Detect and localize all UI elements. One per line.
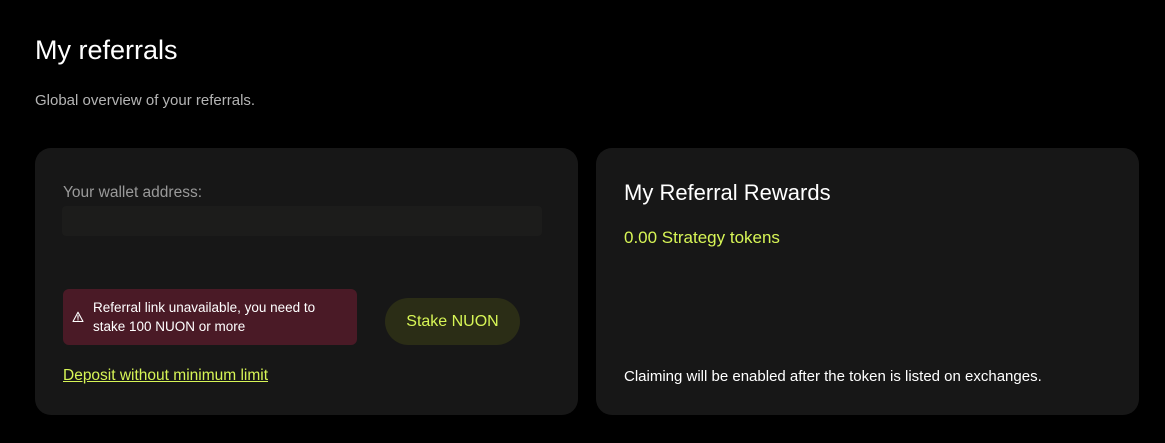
claim-info-note: Claiming will be enabled after the token…	[624, 368, 1042, 385]
wallet-card: Your wallet address: Referral link unava…	[35, 148, 578, 415]
page-title: My referrals	[35, 35, 178, 65]
wallet-address-field	[62, 206, 542, 236]
wallet-address-label: Your wallet address:	[63, 184, 203, 201]
referral-unavailable-alert: Referral link unavailable, you need to s…	[63, 289, 357, 345]
rewards-title: My Referral Rewards	[624, 180, 831, 205]
rewards-balance: 0.00 Strategy tokens	[624, 228, 780, 247]
referral-rewards-card: My Referral Rewards 0.00 Strategy tokens…	[596, 148, 1139, 415]
page-subtitle: Global overview of your referrals.	[35, 92, 256, 109]
referrals-page: My referrals Global overview of your ref…	[0, 0, 1165, 443]
deposit-without-minimum-link[interactable]: Deposit without minimum limit	[63, 366, 268, 386]
stake-nuon-button[interactable]: Stake NUON	[385, 298, 520, 345]
warning-triangle-icon	[72, 310, 84, 323]
referral-unavailable-message: Referral link unavailable, you need to s…	[93, 300, 316, 334]
